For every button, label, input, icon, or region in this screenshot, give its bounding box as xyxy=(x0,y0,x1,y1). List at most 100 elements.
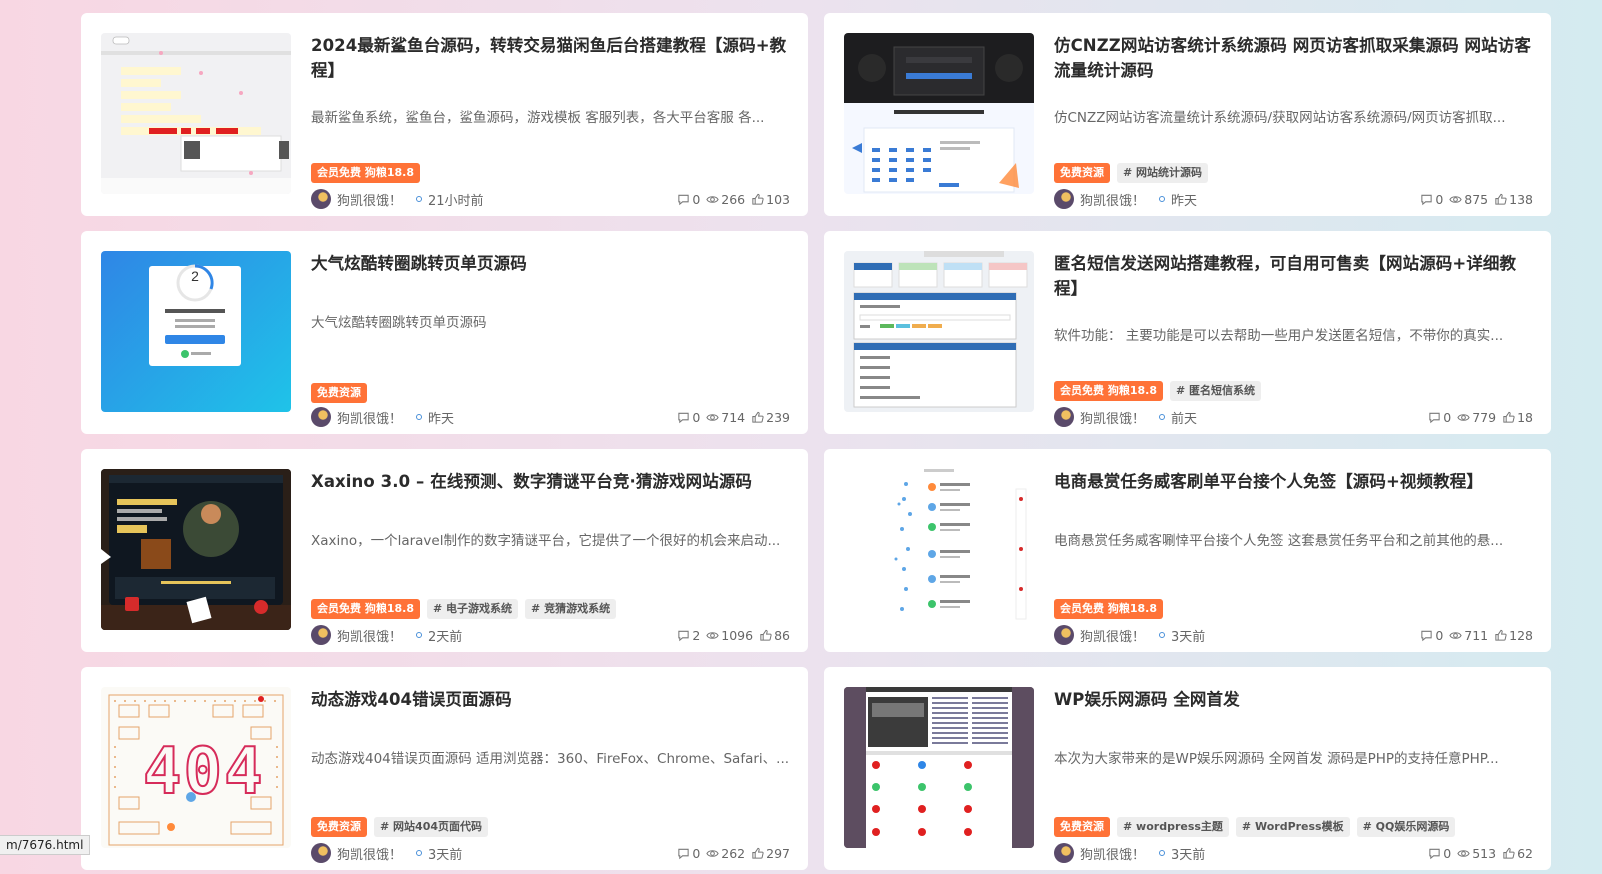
comment-count-value: 2 xyxy=(692,627,701,643)
tag-topic[interactable]: # QQ娱乐网源码 xyxy=(1356,817,1456,837)
post-title[interactable]: 电商悬赏任务威客刷单平台接个人免签【源码+视频教程】 xyxy=(1054,469,1533,494)
avatar[interactable] xyxy=(311,843,331,863)
post-title[interactable]: 大气炫酷转圈跳转页单页源码 xyxy=(311,251,790,276)
tag-topic[interactable]: # wordpress主题 xyxy=(1117,817,1229,837)
author-name[interactable]: 狗凯很饿！ xyxy=(337,626,402,645)
post-card[interactable]: 匿名短信发送网站搭建教程，可自用可售卖【网站源码+详细教程】 软件功能： 主要功… xyxy=(824,231,1551,434)
like-count-value: 128 xyxy=(1509,627,1533,643)
post-title[interactable]: 2024最新鲨鱼台源码，转转交易猫闲鱼后台搭建教程【源码+教程】 xyxy=(311,33,790,83)
comment-count-value: 0 xyxy=(1435,191,1444,207)
post-title[interactable]: Xaxino 3.0 – 在线预测、数字猜谜平台竞·猜游戏网站源码 xyxy=(311,469,790,494)
view-count: 714 xyxy=(706,410,745,425)
post-title[interactable]: WP娱乐网源码 全网首发 xyxy=(1054,687,1533,712)
comment-count: 0 xyxy=(1420,628,1443,643)
like-count-value: 239 xyxy=(766,409,790,425)
tag-topic[interactable]: # 网站统计源码 xyxy=(1117,163,1209,183)
post-card[interactable]: 2 大气炫酷转圈跳转页单页源码 大气炫酷转圈跳转页单页源码 免费资源 狗凯很饿！… xyxy=(81,231,808,434)
author-name[interactable]: 狗凯很饿！ xyxy=(337,844,402,863)
avatar[interactable] xyxy=(1054,625,1074,645)
post-thumbnail[interactable]: 404 xyxy=(101,687,291,848)
post-thumbnail[interactable]: 2 xyxy=(101,251,291,412)
author-name[interactable]: 狗凯很饿！ xyxy=(1080,844,1145,863)
like-count[interactable]: 128 xyxy=(1494,628,1533,643)
post-thumbnail[interactable] xyxy=(101,469,291,630)
eye-icon xyxy=(706,195,719,203)
post-title[interactable]: 仿CNZZ网站访客统计系统源码 网页访客抓取采集源码 网站访客流量统计源码 xyxy=(1054,33,1533,83)
tag-free-resource[interactable]: 免费资源 xyxy=(311,817,367,837)
tag-free-resource[interactable]: 免费资源 xyxy=(311,383,367,403)
tag-topic[interactable]: # 网站404页面代码 xyxy=(374,817,489,837)
post-title[interactable]: 匿名短信发送网站搭建教程，可自用可售卖【网站源码+详细教程】 xyxy=(1054,251,1533,301)
time-dot-icon xyxy=(1159,632,1166,638)
post-tags: 会员免费 狗粮18.8 xyxy=(311,163,420,183)
author-name[interactable]: 狗凯很饿！ xyxy=(1080,626,1145,645)
author-name[interactable]: 狗凯很饿！ xyxy=(1080,190,1145,209)
like-count[interactable]: 18 xyxy=(1502,410,1533,425)
comment-count: 0 xyxy=(1428,410,1451,425)
avatar[interactable] xyxy=(311,189,331,209)
comment-icon xyxy=(1429,412,1440,423)
post-meta: 狗凯很饿！ 3天前 0 262 297 xyxy=(311,841,790,865)
eye-icon xyxy=(1449,631,1462,639)
avatar[interactable] xyxy=(1054,843,1074,863)
view-count: 262 xyxy=(706,846,745,861)
post-excerpt: 动态游戏404错误页面源码 适用浏览器：360、FireFox、Chrome、S… xyxy=(311,751,790,767)
post-time: 3天前 xyxy=(1171,629,1206,645)
post-thumbnail[interactable] xyxy=(844,33,1034,194)
post-tags: 免费资源 xyxy=(311,383,367,403)
eye-icon xyxy=(706,413,719,421)
post-thumbnail[interactable] xyxy=(844,687,1034,848)
avatar[interactable] xyxy=(311,625,331,645)
like-count[interactable]: 239 xyxy=(751,410,790,425)
post-card[interactable]: 仿CNZZ网站访客统计系统源码 网页访客抓取采集源码 网站访客流量统计源码 仿C… xyxy=(824,13,1551,216)
avatar[interactable] xyxy=(1054,407,1074,427)
eye-icon xyxy=(1457,413,1470,421)
view-count-value: 513 xyxy=(1472,845,1497,861)
author-name[interactable]: 狗凯很饿！ xyxy=(337,190,402,209)
author-name[interactable]: 狗凯很饿！ xyxy=(1080,408,1145,427)
post-card[interactable]: 2024最新鲨鱼台源码，转转交易猫闲鱼后台搭建教程【源码+教程】 最新鲨鱼系统，… xyxy=(81,13,808,216)
comment-count-value: 0 xyxy=(692,191,701,207)
tag-member-free[interactable]: 会员免费 狗粮18.8 xyxy=(1054,599,1163,619)
tag-member-free[interactable]: 会员免费 狗粮18.8 xyxy=(311,599,420,619)
post-excerpt: 本次为大家带来的是WP娱乐网源码 全网首发 源码是PHP的支持任意PHP... xyxy=(1054,751,1499,767)
avatar[interactable] xyxy=(311,407,331,427)
tag-topic[interactable]: # 匿名短信系统 xyxy=(1169,381,1262,401)
view-count-value: 711 xyxy=(1464,627,1489,643)
post-card[interactable]: WP娱乐网源码 全网首发 本次为大家带来的是WP娱乐网源码 全网首发 源码是PH… xyxy=(824,667,1551,870)
post-excerpt: 大气炫酷转圈跳转页单页源码 xyxy=(311,315,487,331)
post-time: 前天 xyxy=(1171,411,1198,427)
like-count-value: 138 xyxy=(1509,191,1533,207)
like-count[interactable]: 86 xyxy=(759,628,790,643)
comment-icon xyxy=(1421,194,1432,205)
like-count[interactable]: 297 xyxy=(751,846,790,861)
countdown-number: 2 xyxy=(191,268,199,284)
tag-topic[interactable]: # 电子游戏系统 xyxy=(426,599,519,619)
post-thumbnail[interactable] xyxy=(844,251,1034,412)
tag-topic[interactable]: # WordPress模板 xyxy=(1235,817,1350,837)
time-dot-icon xyxy=(1159,196,1166,202)
like-count[interactable]: 138 xyxy=(1494,192,1533,207)
thumbs-up-icon xyxy=(752,847,764,859)
tag-topic[interactable]: # 竞猜游戏系统 xyxy=(525,599,617,619)
post-tags: 会员免费 狗粮18.8 # 电子游戏系统 # 竞猜游戏系统 xyxy=(311,599,617,619)
like-count[interactable]: 103 xyxy=(751,192,790,207)
post-card[interactable]: 电商悬赏任务威客刷单平台接个人免签【源码+视频教程】 电商悬赏任务威客唰悻平台接… xyxy=(824,449,1551,652)
avatar[interactable] xyxy=(1054,189,1074,209)
post-tags: 免费资源 # 网站404页面代码 xyxy=(311,817,489,837)
tag-member-free[interactable]: 会员免费 狗粮18.8 xyxy=(311,163,420,183)
tag-free-resource[interactable]: 免费资源 xyxy=(1054,163,1110,183)
post-title[interactable]: 动态游戏404错误页面源码 xyxy=(311,687,790,712)
post-card[interactable]: 404 动态游戏404错误页面源码 动态游戏404错误页面源码 适用浏览器：36… xyxy=(81,667,808,870)
tag-free-resource[interactable]: 免费资源 xyxy=(1054,817,1110,837)
like-count[interactable]: 62 xyxy=(1502,846,1533,861)
view-count-value: 714 xyxy=(721,409,746,425)
tag-member-free[interactable]: 会员免费 狗粮18.8 xyxy=(1054,381,1163,401)
post-thumbnail[interactable] xyxy=(844,469,1034,630)
post-card[interactable]: Xaxino 3.0 – 在线预测、数字猜谜平台竞·猜游戏网站源码 Xaxino… xyxy=(81,449,808,652)
post-time: 昨天 xyxy=(1171,193,1198,209)
post-thumbnail[interactable] xyxy=(101,33,291,194)
view-count-value: 266 xyxy=(721,191,746,207)
author-name[interactable]: 狗凯很饿！ xyxy=(337,408,402,427)
post-meta: 狗凯很饿！ 3天前 0 711 128 xyxy=(1054,623,1533,647)
